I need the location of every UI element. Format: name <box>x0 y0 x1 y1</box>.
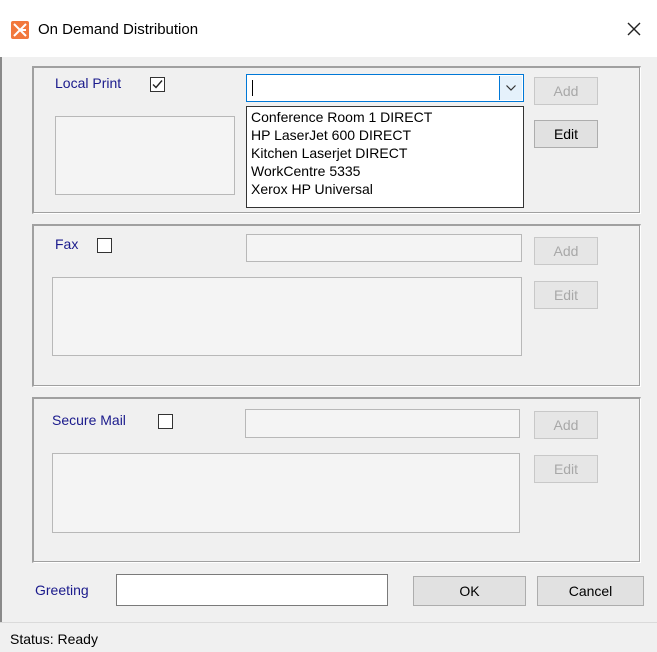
chevron-down-icon <box>506 85 516 91</box>
app-logo-icon <box>11 21 29 39</box>
close-button[interactable] <box>611 10 657 50</box>
greeting-input[interactable] <box>116 574 388 606</box>
cancel-button[interactable]: Cancel <box>537 576 644 606</box>
local-print-list[interactable] <box>55 116 235 195</box>
status-text: Status: Ready <box>10 631 98 647</box>
ok-button[interactable]: OK <box>413 576 526 606</box>
secure-mail-list[interactable] <box>52 453 520 533</box>
close-icon <box>627 22 641 36</box>
fax-label: Fax <box>55 236 79 252</box>
text-caret <box>252 80 253 96</box>
secure-mail-edit-button[interactable]: Edit <box>534 455 598 483</box>
local-print-label: Local Print <box>55 75 122 91</box>
printer-option[interactable]: Kitchen Laserjet DIRECT <box>247 144 523 162</box>
fax-number-input[interactable] <box>246 234 522 262</box>
printer-select-dropdown-button[interactable] <box>499 76 522 100</box>
printer-option[interactable]: Xerox HP Universal <box>247 180 523 198</box>
fax-list[interactable] <box>52 277 522 356</box>
dialog-window: On Demand Distribution Local Print Add E… <box>0 0 657 652</box>
local-print-checkbox[interactable] <box>150 77 165 92</box>
window-edge <box>0 57 2 622</box>
printer-select[interactable] <box>246 74 524 102</box>
fax-edit-button[interactable]: Edit <box>534 281 598 309</box>
local-print-add-button[interactable]: Add <box>534 77 598 105</box>
printer-dropdown-list: Conference Room 1 DIRECT HP LaserJet 600… <box>246 106 524 208</box>
printer-option[interactable]: WorkCentre 5335 <box>247 162 523 180</box>
greeting-label: Greeting <box>35 582 89 598</box>
printer-option[interactable]: Conference Room 1 DIRECT <box>247 108 523 126</box>
fax-checkbox[interactable] <box>97 238 112 253</box>
secure-mail-address-input[interactable] <box>245 409 520 438</box>
secure-mail-checkbox[interactable] <box>158 414 173 429</box>
title-bar: On Demand Distribution <box>0 0 657 57</box>
checkmark-icon <box>152 80 163 89</box>
secure-mail-add-button[interactable]: Add <box>534 411 598 439</box>
window-title: On Demand Distribution <box>38 21 199 38</box>
local-print-edit-button[interactable]: Edit <box>534 120 598 148</box>
printer-option[interactable]: HP LaserJet 600 DIRECT <box>247 126 523 144</box>
fax-add-button[interactable]: Add <box>534 237 598 265</box>
status-bar: Status: Ready <box>0 622 657 652</box>
secure-mail-label: Secure Mail <box>52 412 126 428</box>
